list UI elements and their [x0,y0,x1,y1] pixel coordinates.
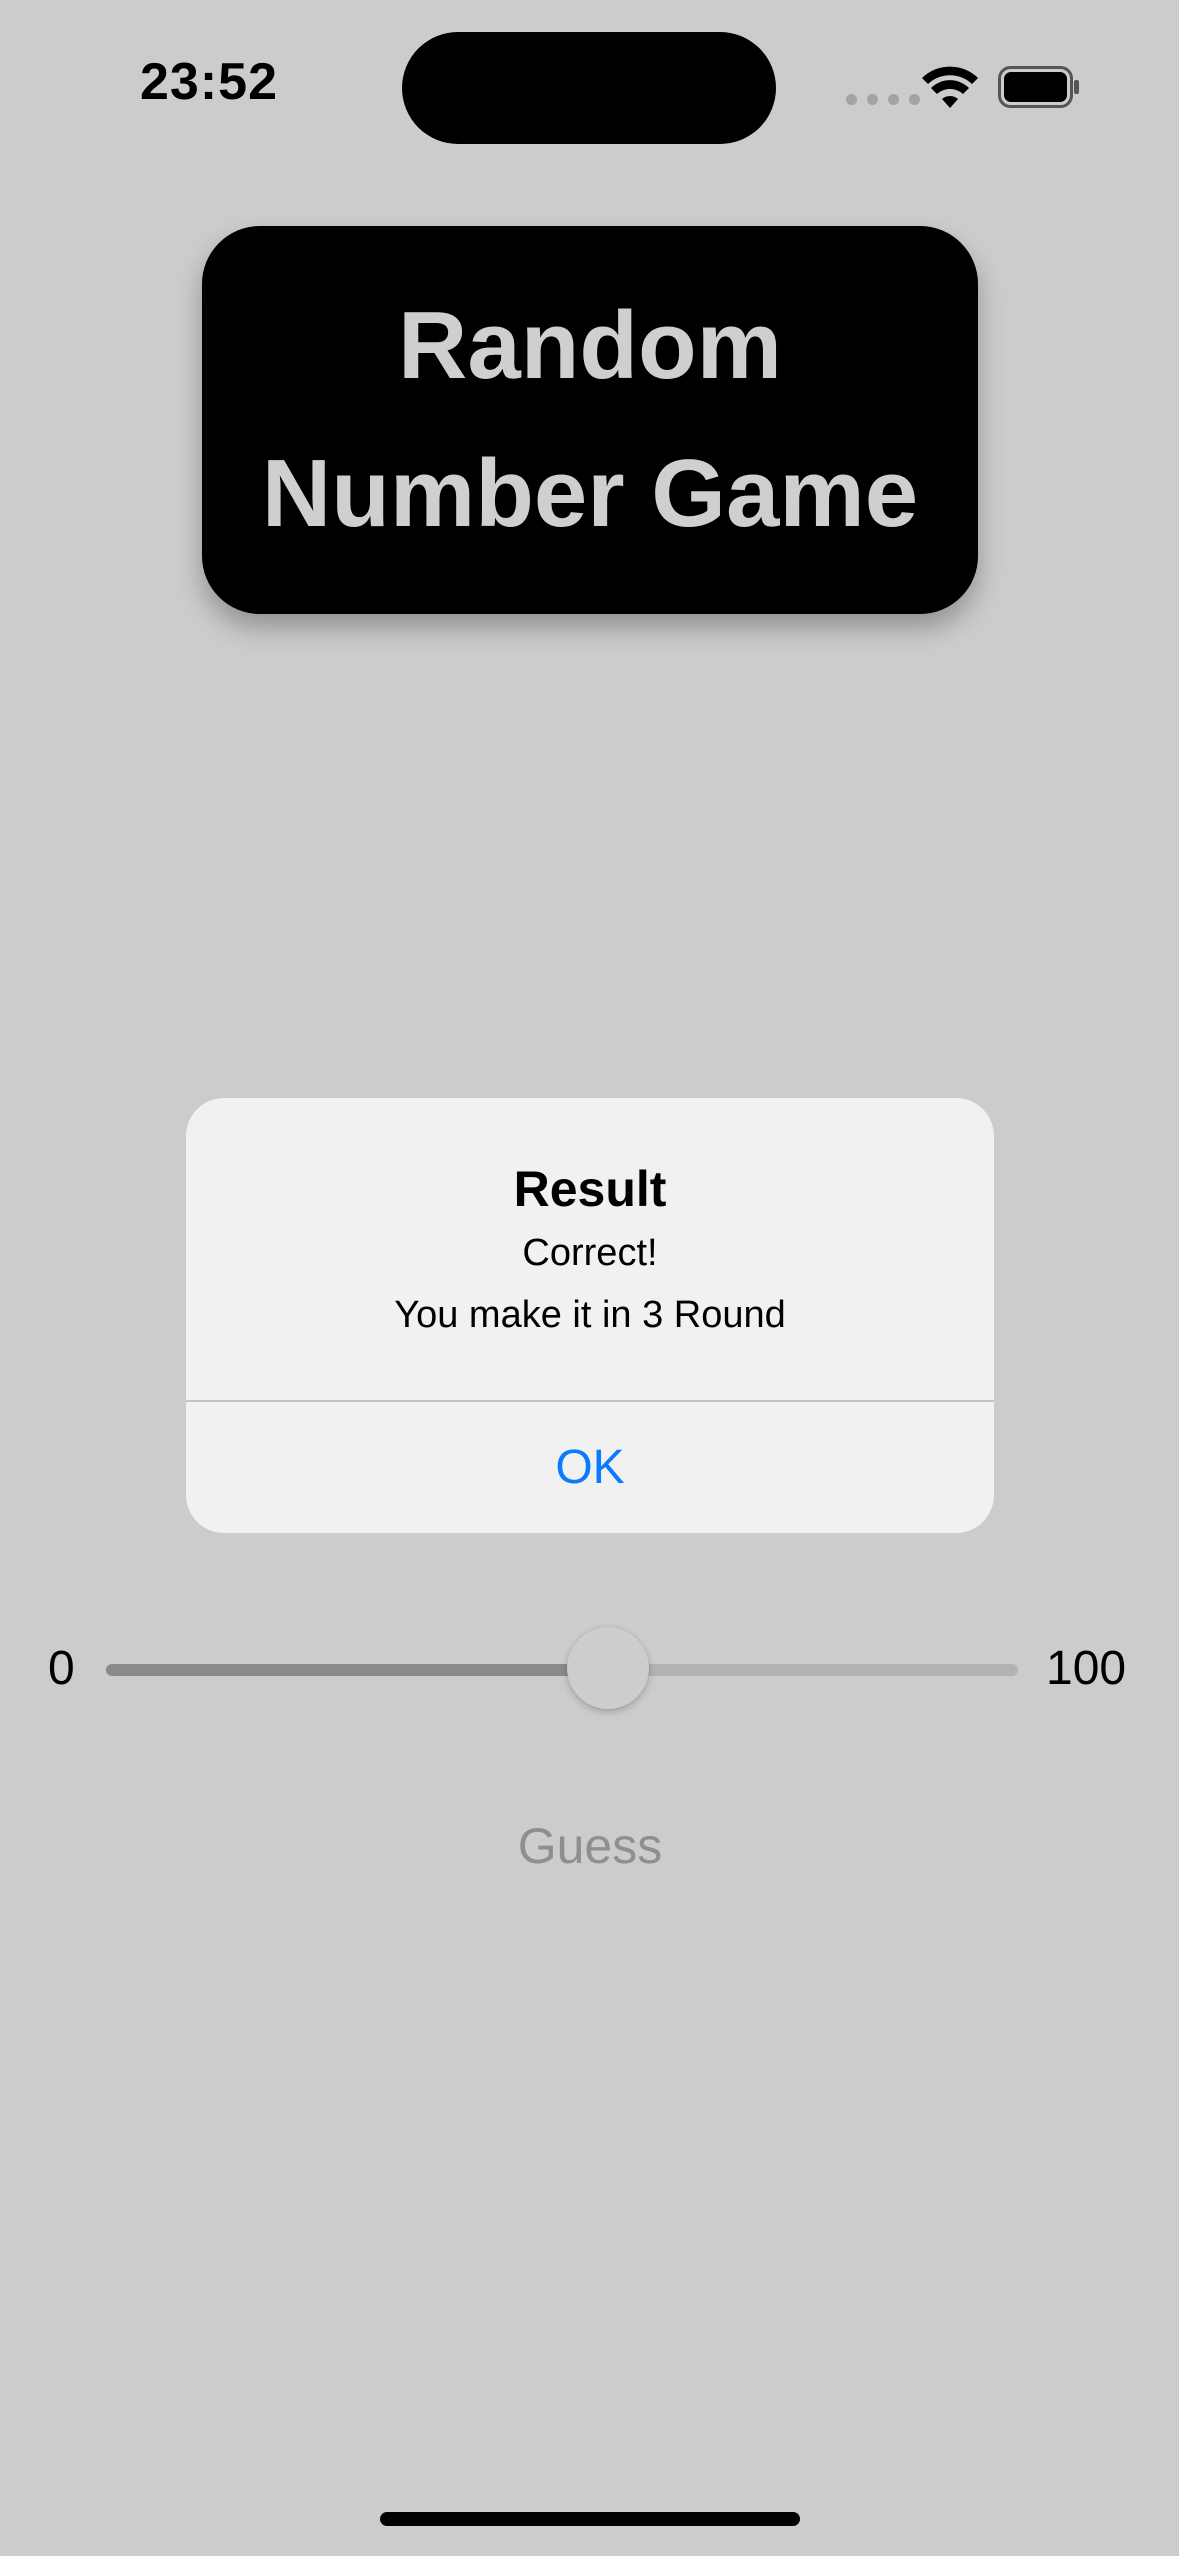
home-indicator[interactable] [380,2512,800,2526]
slider-max-label: 100 [1046,1642,1127,1695]
wifi-icon [922,66,978,108]
dynamic-island [402,32,776,144]
title-card: Random Number Game [202,226,978,614]
alert-message-line-1: Correct! [522,1232,658,1274]
alert-message-line-2: You make it in 3 Round [394,1294,786,1336]
status-time: 23:52 [140,53,278,111]
alert-ok-button[interactable]: OK [186,1402,994,1533]
alert-title: Result [513,1161,667,1217]
slider-min-label: 0 [48,1642,75,1695]
result-alert: Result Correct! You make it in 3 Round O… [186,1098,994,1533]
title-line-2: Number Game [261,440,919,547]
page-title: Random Number Game [220,272,960,568]
slider-thumb[interactable] [566,1627,649,1709]
title-line-1: Random [398,292,782,399]
slider-track[interactable] [106,1664,1018,1676]
cellular-signal-icon [846,94,920,105]
battery-icon [998,66,1079,108]
guess-button[interactable]: Guess [440,1810,740,1882]
slider-fill [106,1664,608,1676]
